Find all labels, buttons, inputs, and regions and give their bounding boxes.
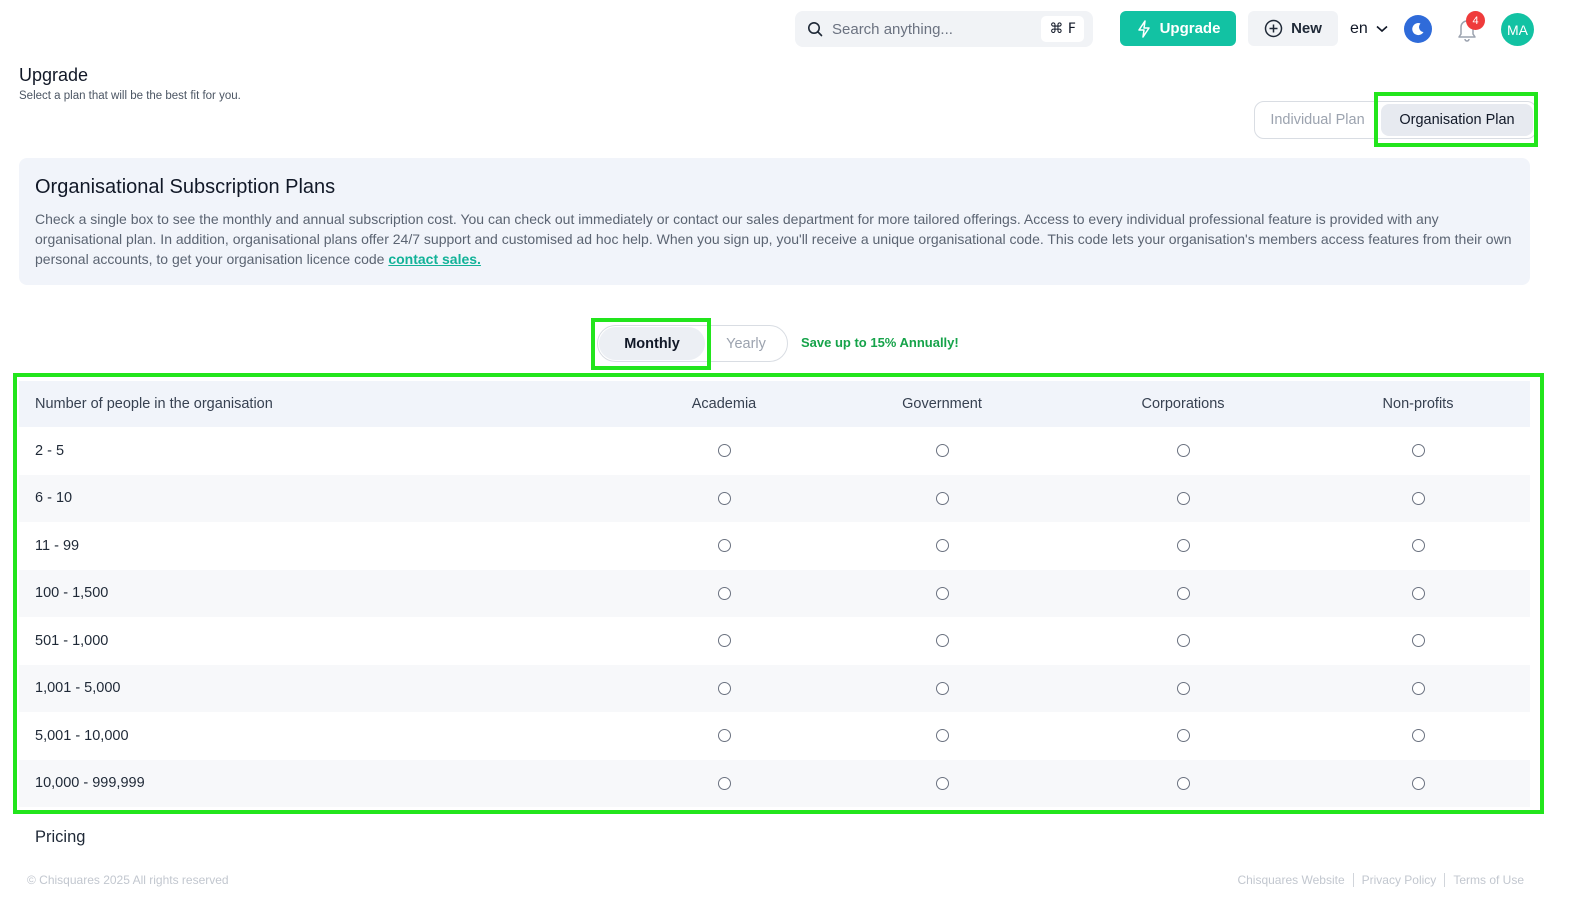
footer-link-website[interactable]: Chisquares Website (1229, 873, 1352, 887)
pricing-heading: Pricing (35, 828, 86, 846)
search-shortcut: ⌘ F (1041, 16, 1084, 42)
highlight-box-billing (591, 318, 711, 370)
scrollbar[interactable] (1568, 0, 1583, 906)
upgrade-button[interactable]: Upgrade (1120, 11, 1236, 46)
footer-link-terms[interactable]: Terms of Use (1445, 873, 1532, 887)
lightning-icon (1137, 19, 1150, 38)
footer-link-privacy[interactable]: Privacy Policy (1354, 873, 1445, 887)
info-panel: Organisational Subscription Plans Check … (19, 158, 1530, 285)
search-input[interactable] (832, 20, 1022, 38)
page-title: Upgrade (19, 65, 89, 85)
search-box[interactable]: ⌘ F (795, 11, 1093, 47)
upgrade-button-label: Upgrade (1159, 20, 1221, 37)
contact-sales-link[interactable]: contact sales. (388, 251, 481, 267)
new-button[interactable]: New (1248, 11, 1338, 46)
info-title: Organisational Subscription Plans (35, 176, 336, 198)
highlight-box-table (13, 373, 1544, 814)
chevron-down-icon (1376, 25, 1388, 32)
search-icon (808, 22, 823, 37)
language-selector[interactable]: en (1350, 11, 1388, 46)
avatar[interactable]: MA (1501, 13, 1534, 46)
individual-plan-tab[interactable]: Individual Plan (1255, 102, 1380, 138)
page-subtitle: Select a plan that will be the best fit … (19, 90, 241, 102)
footer-copyright: © Chisquares 2025 All rights reserved (27, 873, 229, 887)
highlight-box-plan (1374, 92, 1538, 147)
footer-links: Chisquares Website Privacy Policy Terms … (1229, 873, 1532, 887)
language-label: en (1350, 19, 1368, 37)
moon-icon (1412, 23, 1424, 36)
plus-circle-icon (1264, 19, 1283, 38)
new-button-label: New (1291, 20, 1322, 37)
info-text: Check a single box to see the monthly an… (35, 209, 1514, 269)
info-body: Check a single box to see the monthly an… (35, 211, 1512, 267)
yearly-tab[interactable]: Yearly (706, 326, 786, 361)
notification-badge: 4 (1466, 11, 1485, 30)
save-annually-note: Save up to 15% Annually! (801, 335, 959, 350)
theme-toggle[interactable] (1404, 15, 1432, 43)
top-bar: ⌘ F Upgrade New en 4 MA (0, 11, 1583, 47)
